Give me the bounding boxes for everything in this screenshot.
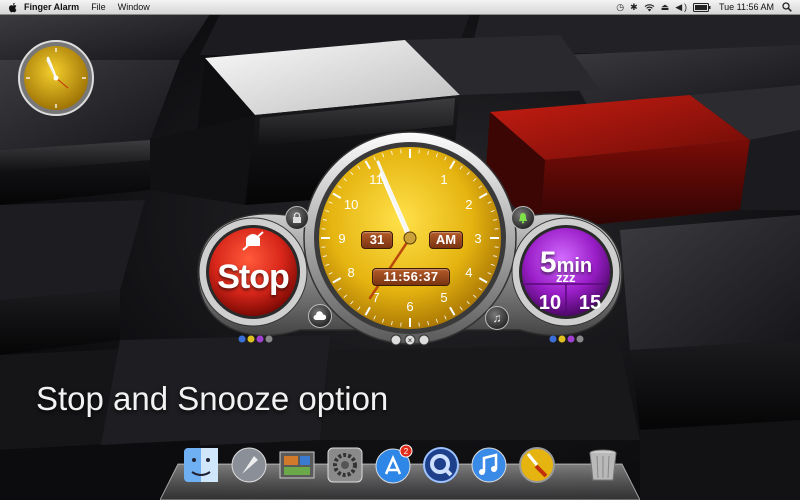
ampm-display[interactable]: AM bbox=[429, 231, 463, 249]
clock-numeral: 3 bbox=[474, 231, 481, 246]
app-store-badge: 2 bbox=[404, 447, 409, 456]
sound-button[interactable]: ♫ bbox=[485, 306, 509, 330]
system-preferences-icon[interactable] bbox=[324, 444, 366, 486]
clock-numeral: 1 bbox=[440, 172, 447, 187]
alarm-bell-button[interactable] bbox=[511, 206, 535, 230]
cloud-icon bbox=[313, 311, 327, 320]
clock-numeral: 8 bbox=[347, 265, 354, 280]
digital-time-display: 11:56:37 bbox=[372, 268, 450, 286]
stop-button[interactable] bbox=[197, 216, 309, 328]
widget-control-buttons[interactable]: × bbox=[390, 334, 430, 346]
menu-window[interactable]: Window bbox=[112, 2, 156, 12]
quicktime-icon[interactable] bbox=[420, 444, 462, 486]
music-note-icon: ♫ bbox=[492, 311, 502, 325]
clock-numeral: 6 bbox=[406, 299, 413, 314]
menu-clock[interactable]: Tue 11:56 AM bbox=[717, 2, 776, 12]
clock-numeral: 2 bbox=[465, 197, 472, 212]
snooze-button[interactable] bbox=[510, 216, 622, 328]
menu-file[interactable]: File bbox=[85, 2, 112, 12]
date-display: 31 bbox=[361, 231, 393, 249]
itunes-icon[interactable] bbox=[468, 444, 510, 486]
clock-numeral: 9 bbox=[338, 231, 345, 246]
bell-icon bbox=[519, 213, 527, 224]
app-store-icon[interactable]: 2 bbox=[372, 444, 414, 486]
clock-numeral: 5 bbox=[440, 290, 447, 305]
menu-status-area: ◷ ✱ ⏏ ◀ ) Tue 11:56 AM bbox=[616, 2, 800, 13]
clock-numeral: 10 bbox=[344, 197, 358, 212]
wifi-icon[interactable] bbox=[644, 3, 655, 12]
volume-icon[interactable]: ◀ ) bbox=[675, 2, 687, 13]
eject-icon[interactable]: ⏏ bbox=[661, 2, 670, 13]
apple-menu-icon[interactable] bbox=[8, 2, 18, 13]
snooze-color-dots[interactable] bbox=[548, 334, 584, 344]
mini-clock-widget[interactable] bbox=[16, 38, 96, 118]
dock: 2 bbox=[178, 444, 628, 494]
feature-caption: Stop and Snooze option bbox=[36, 380, 389, 417]
finder-icon[interactable] bbox=[180, 444, 222, 486]
photos-icon[interactable] bbox=[276, 444, 318, 486]
launchpad-icon[interactable] bbox=[228, 444, 270, 486]
svg-text:×: × bbox=[408, 336, 413, 345]
menu-bar: Finger Alarm File Window ◷ ✱ ⏏ ◀ ) Tue 1… bbox=[0, 0, 800, 15]
battery-icon[interactable] bbox=[692, 2, 711, 12]
trash-icon[interactable] bbox=[582, 444, 624, 486]
cloud-sync-button[interactable] bbox=[308, 304, 332, 328]
lock-icon bbox=[293, 212, 301, 223]
time-machine-icon[interactable]: ◷ bbox=[616, 2, 624, 13]
menu-app-name[interactable]: Finger Alarm bbox=[18, 2, 85, 12]
finger-alarm-icon[interactable] bbox=[516, 444, 558, 486]
bluetooth-icon[interactable]: ✱ bbox=[630, 2, 638, 13]
stop-color-dots[interactable] bbox=[237, 334, 273, 344]
alarm-settings-button[interactable] bbox=[285, 206, 309, 230]
clock-numeral: 4 bbox=[465, 265, 472, 280]
spotlight-icon[interactable] bbox=[782, 2, 792, 12]
